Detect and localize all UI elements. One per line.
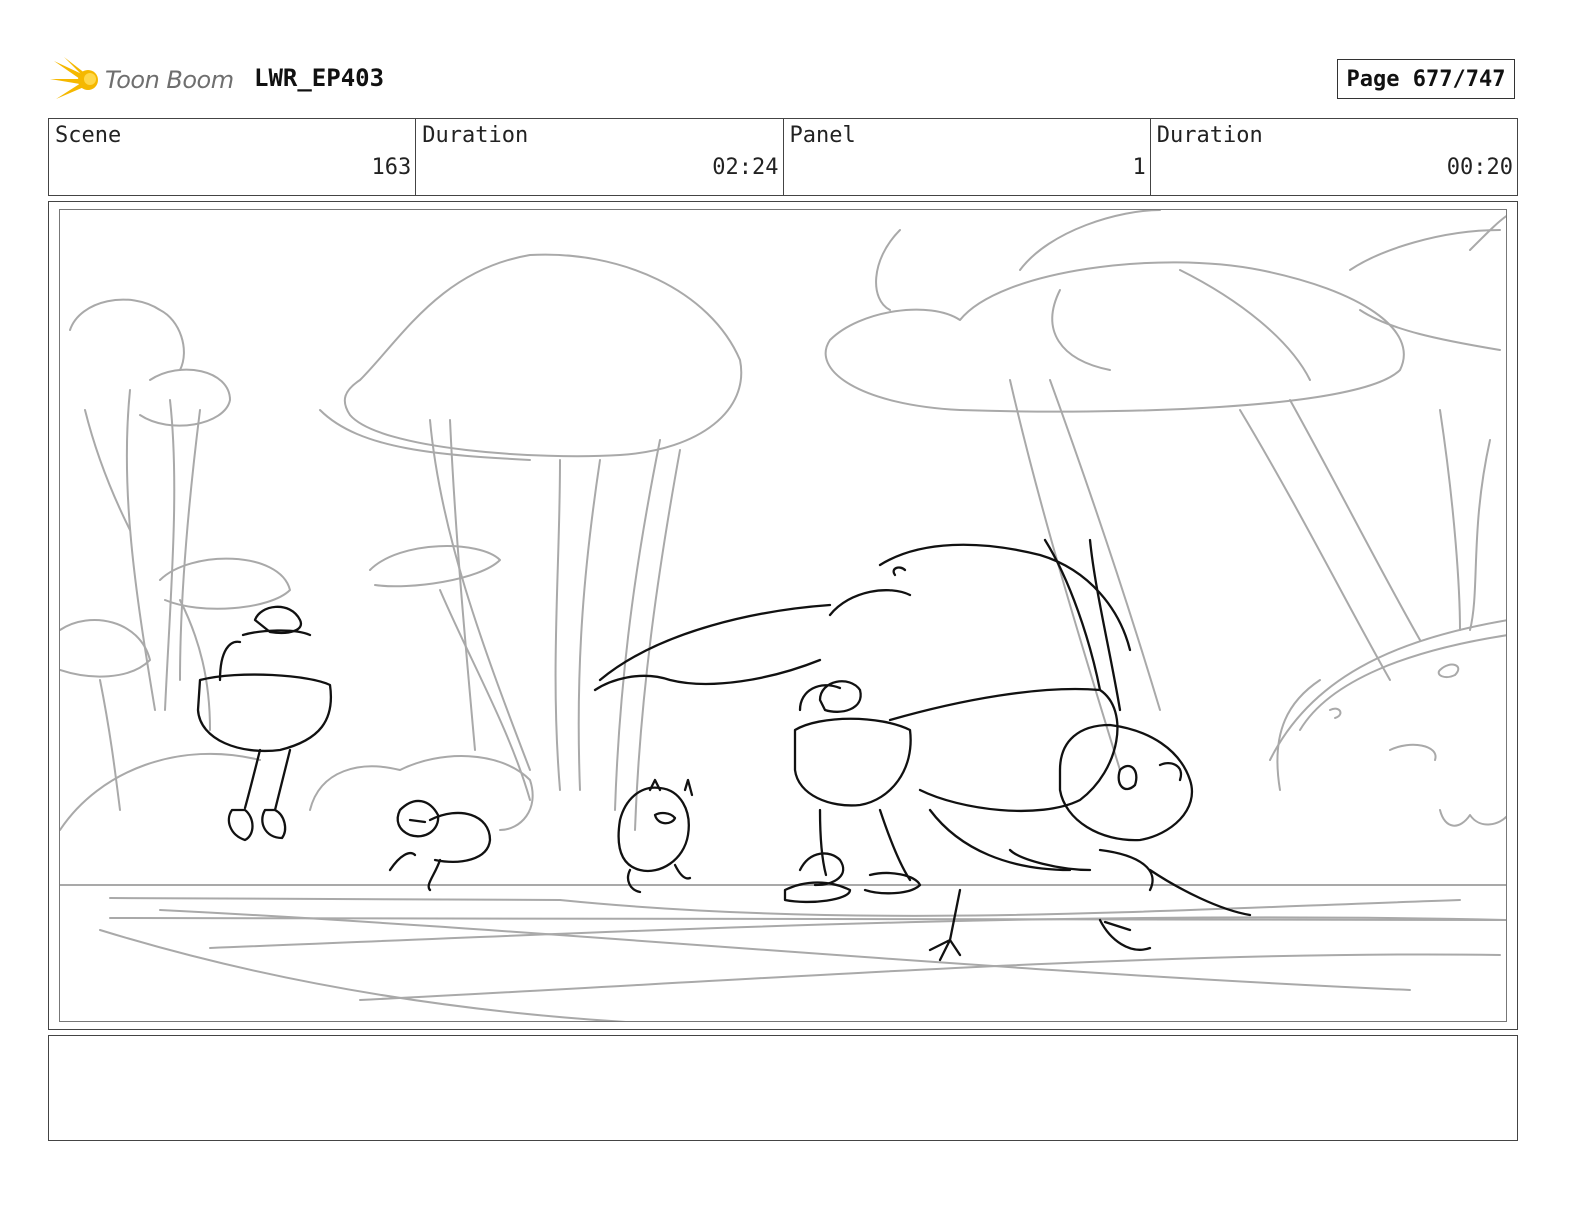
panel-duration-value: 00:20 bbox=[1446, 155, 1513, 180]
scene-duration-cell: Duration 02:24 bbox=[416, 119, 784, 195]
background-sketch bbox=[60, 210, 1506, 1021]
scene-duration-label: Duration bbox=[422, 123, 529, 148]
page-indicator: Page 677/747 bbox=[1337, 59, 1515, 99]
sketch-drawing bbox=[60, 210, 1506, 1021]
panel-notes bbox=[48, 1035, 1518, 1141]
scene-label: Scene bbox=[55, 123, 122, 148]
scene-duration-value: 02:24 bbox=[712, 155, 779, 180]
panel-frame bbox=[59, 209, 1507, 1022]
storyboard-panel bbox=[48, 201, 1518, 1030]
panel-duration-label: Duration bbox=[1156, 123, 1263, 148]
scene-cell: Scene 163 bbox=[49, 119, 417, 195]
panel-value: 1 bbox=[1132, 155, 1146, 180]
panel-duration-cell: Duration 00:20 bbox=[1151, 119, 1517, 195]
scene-value: 163 bbox=[371, 155, 412, 180]
character-sketch bbox=[196, 538, 1252, 962]
logo-text: Toon Boom bbox=[105, 66, 234, 94]
project-title: LWR_EP403 bbox=[254, 64, 385, 92]
panel-label: Panel bbox=[789, 123, 856, 148]
starburst-icon bbox=[50, 57, 98, 99]
toon-boom-logo: Toon Boom bbox=[50, 55, 250, 105]
info-bar: Scene 163 Duration 02:24 Panel 1 Duratio… bbox=[48, 118, 1518, 196]
panel-cell: Panel 1 bbox=[784, 119, 1151, 195]
